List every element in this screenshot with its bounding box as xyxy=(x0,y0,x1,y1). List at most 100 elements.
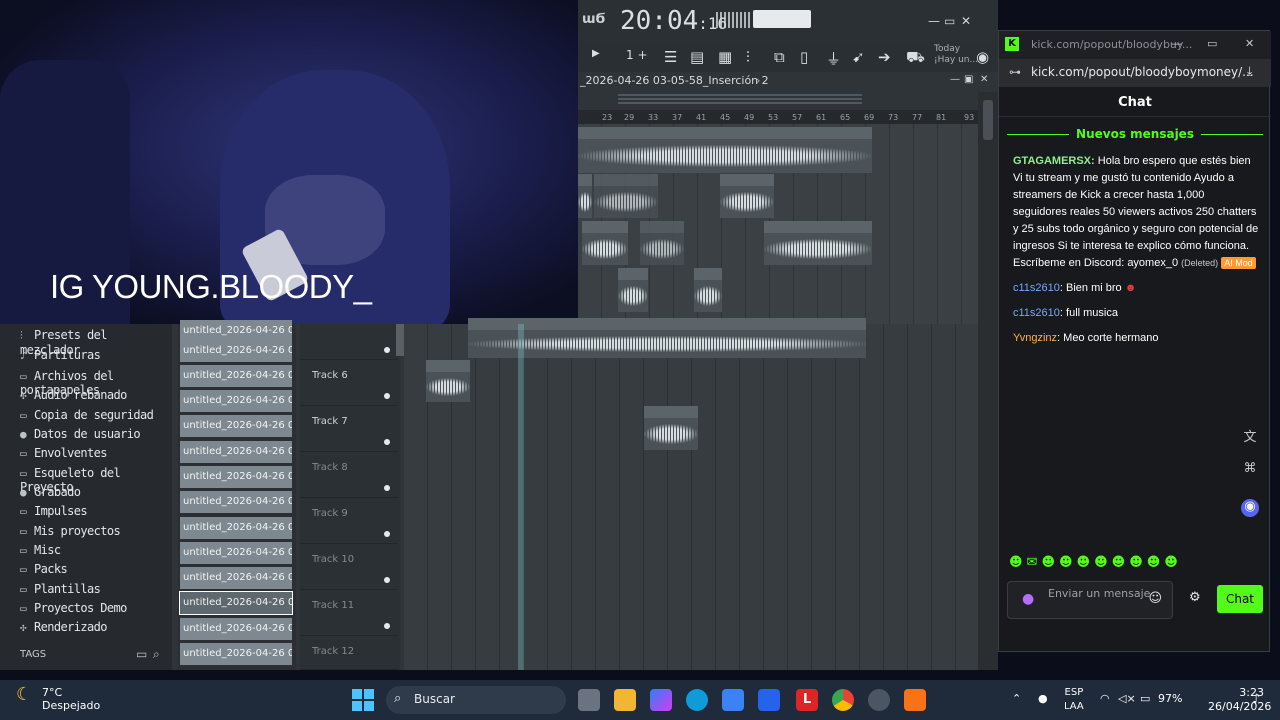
panel-splitter[interactable] xyxy=(396,324,404,356)
mixer-icon[interactable]: ⫶ xyxy=(746,48,750,66)
file-item[interactable]: untitled_2026-04-26 03-... xyxy=(180,517,292,539)
obs-icon[interactable] xyxy=(868,689,890,711)
discord-icon[interactable]: ◉ xyxy=(1241,499,1259,517)
track-header[interactable]: Track 8 xyxy=(300,452,398,498)
chevron-right-icon[interactable]: › xyxy=(756,74,760,87)
play-arrow-icon[interactable]: ▶ xyxy=(592,48,600,59)
track-mute-dot[interactable] xyxy=(384,623,390,629)
file-item[interactable]: untitled_2026-04-26 03-... xyxy=(180,340,292,362)
file-item[interactable]: untitled_2026-04-26 03-... xyxy=(180,365,292,387)
browser-item[interactable]: ✣ Audio rebanado xyxy=(20,388,127,402)
playlist-grid-lower[interactable]: -06-31_Inserción 2 unti.. n 2 untit..ión… xyxy=(404,318,978,670)
close-icon[interactable]: ✕ xyxy=(961,14,971,28)
file-item[interactable]: untitled_2026-04-26 03-... xyxy=(180,466,292,488)
chat-input[interactable]: ● Enviar un mensaje ☺ xyxy=(1007,581,1173,619)
browser-item[interactable]: ▭ Impulses xyxy=(20,504,88,518)
audio-clip[interactable]: unt.. n 2 xyxy=(640,221,684,265)
arrow-icon[interactable]: ➔ xyxy=(878,48,891,66)
folder-icon[interactable]: ▭ xyxy=(136,647,147,661)
browser-item[interactable]: ▭ Copia de seguridad xyxy=(20,408,154,422)
playlist-close-icon[interactable]: ✕ xyxy=(980,74,988,85)
chrome-icon[interactable] xyxy=(832,689,854,711)
lower-scrollbar[interactable] xyxy=(978,324,998,670)
track-mute-dot[interactable] xyxy=(384,439,390,445)
file-item[interactable]: untitled_2026-04-26 03-... xyxy=(180,643,292,665)
mic-icon[interactable]: ● xyxy=(1022,592,1034,606)
browser-item[interactable]: ● Grabado xyxy=(20,485,81,499)
piano-roll-icon[interactable]: ▤ xyxy=(690,48,704,66)
track-mute-dot[interactable] xyxy=(384,347,390,353)
audio-clip[interactable]: untitle...rción 2 xyxy=(594,174,658,218)
outlook-icon[interactable] xyxy=(758,689,780,711)
audio-clip[interactable]: untit..ión 2 xyxy=(720,174,774,218)
chat-username[interactable]: GTAGAMERSX xyxy=(1013,155,1091,167)
emote-bar[interactable]: ☻✉☻☻☻☻☻☻☻☻ xyxy=(1009,555,1239,573)
audio-clip[interactable]: NY JR TYPE BEAT (yung celis) - Yung Celi… xyxy=(578,127,872,173)
browser-item[interactable]: ✣ Renderizado xyxy=(20,620,107,634)
playlist-grid[interactable]: NY JR TYPE BEAT (yung celis) - Yung Celi… xyxy=(578,124,978,324)
audio-clip[interactable]: unt.. n 2 xyxy=(582,221,628,265)
track-header[interactable]: Track 12 xyxy=(300,636,398,670)
taskbar-search[interactable]: ⌕ Buscar xyxy=(386,686,566,714)
file-item[interactable]: untitled_2026-04-26 03-... xyxy=(180,567,292,589)
search-icon[interactable]: ⌕ xyxy=(153,647,160,662)
globe-icon[interactable]: ◉ xyxy=(976,48,989,66)
browser-item[interactable]: ▭ Plantillas xyxy=(20,582,101,596)
file-item[interactable]: untitled_2026-04-26 03-... xyxy=(180,390,292,412)
close-icon[interactable]: ✕ xyxy=(1245,37,1254,50)
playlist-restore-icon[interactable]: ▣ xyxy=(964,74,973,85)
file-item[interactable]: untitled_2026-04-26 03-... xyxy=(180,618,292,640)
gear-icon[interactable]: ⚙ xyxy=(1189,590,1201,605)
track-header[interactable] xyxy=(300,324,398,360)
fl-studio-taskbar-icon[interactable] xyxy=(904,689,926,711)
overview-strip[interactable] xyxy=(618,94,862,104)
track-header[interactable]: Track 7 xyxy=(300,406,398,452)
track-mute-dot[interactable] xyxy=(384,577,390,583)
track-header[interactable]: Track 9 xyxy=(300,498,398,544)
site-info-icon[interactable]: ⊶ xyxy=(1009,65,1021,79)
windows-start-icon[interactable] xyxy=(352,689,374,711)
audio-clip[interactable]: untit..ión 2 xyxy=(644,406,698,450)
address-bar[interactable]: ⊶ kick.com/popout/bloodyboymoney/... ⤓ xyxy=(999,59,1271,87)
wifi-icon[interactable]: ◠ xyxy=(1100,692,1110,705)
plugin-icon[interactable]: ⏚ xyxy=(826,48,841,69)
track-mute-dot[interactable] xyxy=(384,485,390,491)
browser-item[interactable]: ● Datos de usuario xyxy=(20,427,141,441)
audio-clip[interactable]: -06-31_Inserción 2 xyxy=(468,318,866,358)
cart-icon[interactable]: ⛟ xyxy=(906,48,925,68)
playlist-minimize-icon[interactable]: — xyxy=(950,74,960,85)
file-item[interactable]: untitled_2026-04-26 03-... xyxy=(180,542,292,564)
file-item[interactable]: untitled_2026-04-26 03-... xyxy=(180,491,292,513)
download-icon[interactable]: ⤓ xyxy=(1247,64,1252,79)
browser-item[interactable]: ▭ Proyectos Demo xyxy=(20,601,127,615)
file-item-selected[interactable]: untitled_2026-04-26 03-... xyxy=(179,591,293,615)
minimize-icon[interactable]: — xyxy=(928,14,940,28)
volume-mute-icon[interactable]: ◁× xyxy=(1118,692,1136,705)
emoji-icon[interactable]: ☺ xyxy=(1148,592,1162,606)
minimize-icon[interactable]: — xyxy=(1171,37,1182,50)
store-icon[interactable] xyxy=(722,689,744,711)
chat-send-button[interactable]: Chat xyxy=(1217,585,1263,613)
chat-username[interactable]: c11s2610 xyxy=(1013,307,1060,319)
browser-item[interactable]: ▭ Mis proyectos xyxy=(20,524,121,538)
audio-clip[interactable]: unti.. n 2 xyxy=(426,360,470,402)
notification-bell-icon[interactable]: ♪ xyxy=(1252,692,1260,707)
mic-tray-icon[interactable]: ● xyxy=(1038,692,1048,705)
track-mute-dot[interactable] xyxy=(384,393,390,399)
track-header[interactable]: Track 11 xyxy=(300,590,398,636)
pattern-number[interactable]: 1 + xyxy=(626,48,648,62)
file-explorer-icon[interactable] xyxy=(614,689,636,711)
browser-item[interactable]: ▭ Packs xyxy=(20,562,68,576)
maximize-icon[interactable]: ▭ xyxy=(1207,37,1217,50)
track-mute-dot[interactable] xyxy=(384,531,390,537)
audio-clip[interactable]: un.. xyxy=(618,268,648,312)
chat-username[interactable]: Yvngzinz xyxy=(1013,332,1057,344)
browser-tree-icon[interactable]: ⧉ xyxy=(774,48,785,66)
maximize-icon[interactable]: ▭ xyxy=(944,14,955,28)
language-indicator[interactable]: ESP LAA xyxy=(1064,686,1084,714)
chevron-up-icon[interactable]: ⌃ xyxy=(1012,692,1021,705)
playlist-icon[interactable]: ☰ xyxy=(664,48,677,66)
file-item[interactable]: untitled_2026-04-26 03-... xyxy=(180,415,292,437)
file-item[interactable]: untitled_2026-04-26 03-... xyxy=(180,320,292,342)
browser-item[interactable]: ▭ Misc xyxy=(20,543,61,557)
